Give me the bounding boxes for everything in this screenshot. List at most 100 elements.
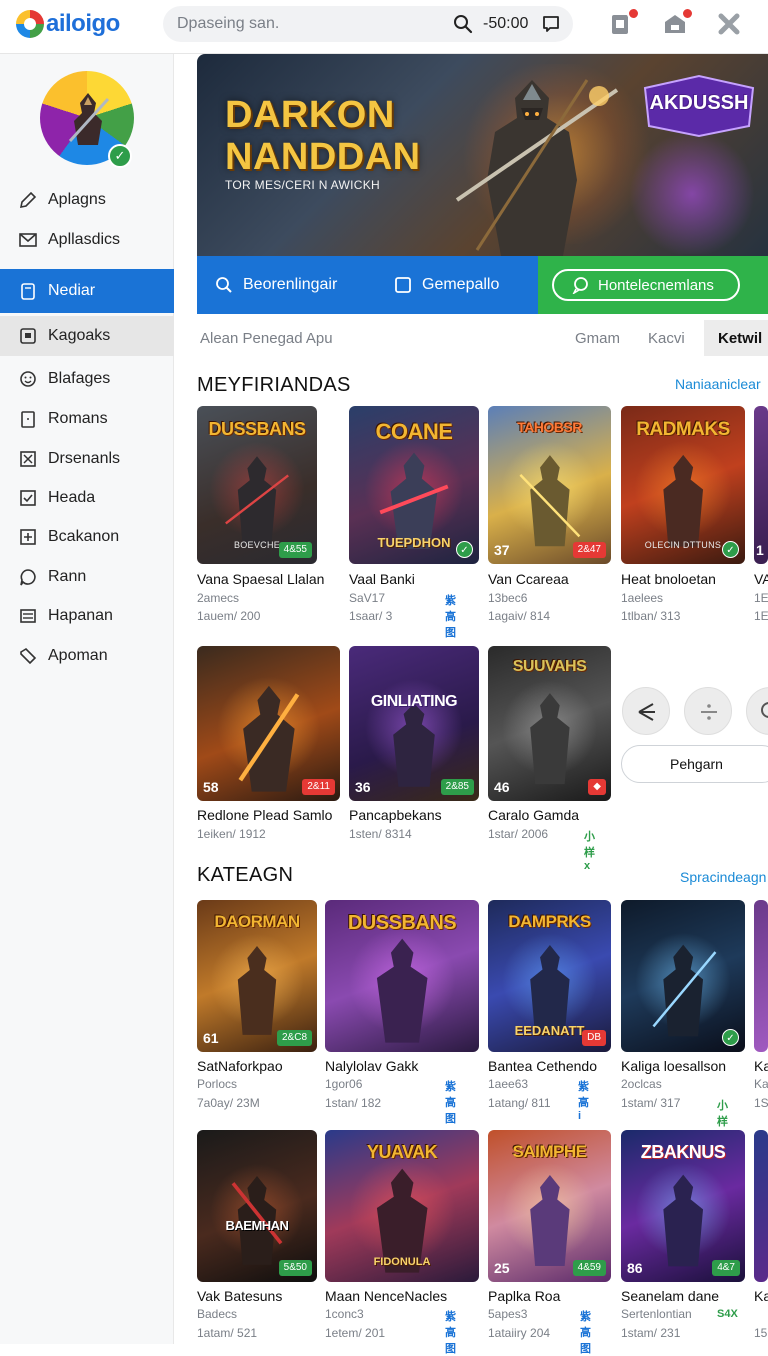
- sidebar-item-apllasdics[interactable]: Apllasdics: [0, 220, 174, 260]
- search-icon: [761, 702, 768, 718]
- game-logo: DUSSBANS: [208, 418, 306, 439]
- tablet-icon: [21, 283, 35, 300]
- sidebar-item-drsenanls[interactable]: Drsenanls: [0, 439, 174, 479]
- game-name[interactable]: SatNaforkpao: [197, 1058, 283, 1074]
- game-thumbnail[interactable]: DAORMAN 61 2&C8: [197, 900, 317, 1052]
- game-name[interactable]: Maan NenceNacles: [325, 1288, 447, 1304]
- mail-icon: [19, 233, 37, 247]
- game-logo: BAEMHAN: [225, 1218, 289, 1234]
- game-band: FIDONULA: [373, 1256, 431, 1268]
- tab-ketwil[interactable]: Ketwil: [704, 320, 768, 356]
- game-name[interactable]: Caralo Gamda: [488, 807, 579, 823]
- tab-gmam[interactable]: Gmam: [575, 330, 620, 347]
- share-button[interactable]: [622, 687, 670, 735]
- pehgarn-button[interactable]: Pehgarn: [621, 745, 768, 783]
- game-thumbnail[interactable]: TAHOBSR 37 2&47: [488, 406, 611, 564]
- hero-banner[interactable]: AKDUSSH DARKON NANDDAN TOR MES/CERI N AW…: [197, 54, 768, 256]
- divide-button[interactable]: [684, 687, 732, 735]
- app-logo[interactable]: ailoigo: [16, 10, 120, 38]
- game-logo: SAIMPHE: [512, 1142, 587, 1162]
- sidebar-item-hapanan[interactable]: Hapanan: [0, 596, 174, 636]
- sidebar-item-apoman[interactable]: Apoman: [0, 636, 174, 676]
- sidebar-item-rann[interactable]: Rann: [0, 557, 174, 597]
- game-thumbnail[interactable]: SUUVAHS 46 ◆: [488, 646, 611, 801]
- search-icon[interactable]: [453, 14, 473, 34]
- close-button[interactable]: [716, 11, 742, 37]
- knight-figure-icon: [376, 939, 428, 1044]
- game-tag-label: 紫高图: [445, 1081, 456, 1125]
- game-thumbnail[interactable]: BAEMHAN 5&50: [197, 1130, 317, 1282]
- sidebar-item-aplagns[interactable]: Aplagns: [0, 180, 174, 220]
- section-see-all-link[interactable]: Spracindeagn: [680, 869, 766, 885]
- game-name[interactable]: Pancapbekans: [349, 807, 442, 823]
- game-thumbnail[interactable]: 1: [754, 406, 768, 564]
- game-stat: 1eiken/ 1912: [197, 827, 266, 841]
- game-name[interactable]: Bantea Cethendo: [488, 1058, 597, 1074]
- game-name[interactable]: Paplka Roa: [488, 1288, 560, 1304]
- chat-bubble-icon[interactable]: [541, 14, 561, 34]
- game-stat: 1S: [754, 1096, 768, 1110]
- game-meta: 2amecs: [197, 591, 240, 605]
- search-action-button[interactable]: Beorenlingair: [215, 256, 337, 314]
- check-box-icon: [20, 490, 36, 506]
- sidebar-item-blafages[interactable]: Blafages: [0, 359, 174, 399]
- game-meta: Porlocs: [197, 1077, 238, 1091]
- game-thumbnail[interactable]: YUAVAK FIDONULA: [325, 1130, 479, 1282]
- messages-button[interactable]: [662, 7, 694, 37]
- sidebar-item-kagoaks[interactable]: Kagoaks: [0, 316, 174, 356]
- game-meta: 1aee63: [488, 1077, 529, 1091]
- game-thumbnail[interactable]: DAMPRKS EEDANATT DB: [488, 900, 611, 1052]
- sidebar-item-label: Rann: [48, 568, 87, 585]
- game-thumbnail[interactable]: ZBAKNUS 86 4&7: [621, 1130, 745, 1282]
- game-thumbnail[interactable]: DUSSBANS: [325, 900, 479, 1052]
- game-thumbnail[interactable]: DUSSBANS BOEVCHE 4&55: [197, 406, 317, 564]
- game-thumbnail[interactable]: COANE TUEPDHON ✓: [349, 406, 479, 564]
- game-thumbnail[interactable]: ✓: [621, 900, 745, 1052]
- notification-badge: [627, 7, 640, 20]
- game-thumbnail[interactable]: 58 2&11: [197, 646, 340, 801]
- action-label: Hontelecnemlans: [598, 276, 714, 294]
- action-bar: Beorenlingair Gemepallo Hontelecnemlans: [197, 256, 768, 314]
- game-thumbnail[interactable]: [754, 1130, 768, 1282]
- game-thumbnail[interactable]: RADMAKS OLECIN DTTUNS ✓: [621, 406, 745, 564]
- game-level: 61: [203, 1030, 219, 1046]
- game-tag: DB: [582, 1030, 606, 1046]
- sidebar-item-heada[interactable]: Heada: [0, 478, 174, 518]
- smiley-icon: [20, 371, 36, 387]
- game-name[interactable]: Seanelam dane: [621, 1288, 719, 1304]
- knight-figure-icon: [519, 454, 580, 546]
- filter-bar: Alean Penegad Apu Gmam Kacvi Ketwil: [197, 320, 768, 356]
- game-tag: 2&11: [302, 779, 335, 795]
- sidebar-item-label: Romans: [48, 410, 108, 427]
- game-name[interactable]: Vak Batesuns: [197, 1288, 282, 1304]
- game-name[interactable]: Ka: [754, 1288, 768, 1304]
- game-name[interactable]: Kaliga loesallson: [621, 1058, 726, 1074]
- game-name[interactable]: Ka: [754, 1058, 768, 1074]
- game-name[interactable]: Vaal Banki: [349, 571, 415, 587]
- search-input[interactable]: Dpaseing san.: [177, 15, 279, 33]
- sidebar-item-label: Blafages: [48, 370, 111, 387]
- notification-button[interactable]: [608, 7, 640, 37]
- search-bar[interactable]: Dpaseing san. -50:00: [163, 6, 573, 42]
- game-action-button[interactable]: Gemepallo: [394, 256, 499, 314]
- game-name[interactable]: Heat bnoloetan: [621, 571, 716, 587]
- game-name[interactable]: Nalylolav Gakk: [325, 1058, 418, 1074]
- sidebar-item-label: Drsenanls: [48, 450, 121, 467]
- game-name[interactable]: VA: [754, 571, 768, 587]
- game-thumbnail[interactable]: [754, 900, 768, 1052]
- list-icon: [20, 609, 36, 623]
- hotel-action-button[interactable]: Hontelecnemlans: [552, 269, 740, 301]
- filter-label: Alean Penegad Apu: [200, 330, 333, 347]
- search-circle-button[interactable]: [746, 687, 768, 735]
- sidebar-item-romans[interactable]: Romans: [0, 399, 174, 439]
- game-name[interactable]: Vana Spaesal Llalan: [197, 571, 324, 587]
- section-see-all-link[interactable]: Naniaaniclear: [675, 376, 761, 392]
- game-name[interactable]: Redlone Plead Samlo: [197, 807, 332, 823]
- game-thumbnail[interactable]: GINLIATING 36 2&85: [349, 646, 479, 801]
- game-name[interactable]: Van Ccareaa: [488, 571, 569, 587]
- sidebar-item-bcakanon[interactable]: Bcakanon: [0, 517, 174, 557]
- sidebar-item-nediar[interactable]: Nediar: [0, 269, 174, 313]
- game-thumbnail[interactable]: SAIMPHE 25 4&59: [488, 1130, 611, 1282]
- game-tag: ◆: [588, 779, 606, 795]
- tab-kacvi[interactable]: Kacvi: [648, 330, 685, 347]
